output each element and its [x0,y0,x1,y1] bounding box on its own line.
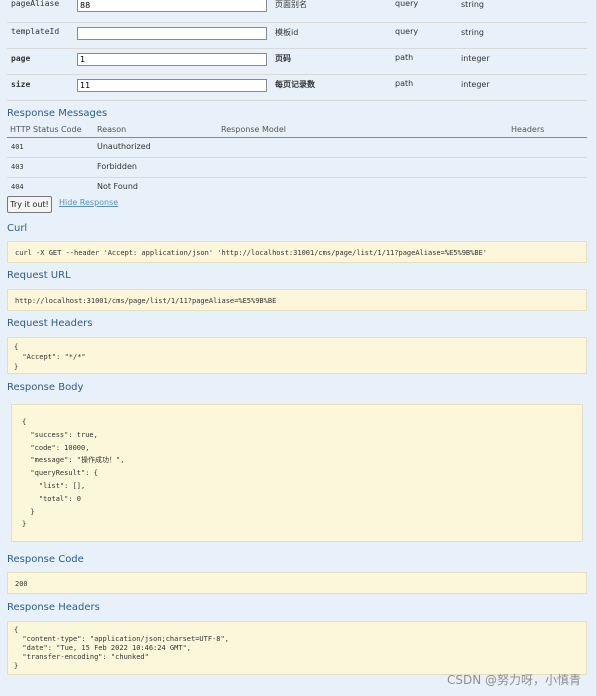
param-row-size: size 每页记录数 path integer [7,75,587,101]
reason: Forbidden [97,162,137,171]
param-row-pagealiase: pageAliase 页面别名 query string [7,0,587,23]
param-type: query [395,27,419,36]
response-headers-body: { "content-type": "application/json;char… [14,626,229,670]
status-code: 403 [11,163,24,171]
param-data-type: string [461,0,484,9]
request-headers-heading: Request Headers [7,318,93,329]
page-input[interactable] [77,53,267,66]
status-code: 404 [11,183,24,191]
param-row-page: page 页码 path integer [7,49,587,75]
table-row: 404 Not Found [7,178,587,197]
pagealiase-input[interactable] [77,0,267,12]
param-type: query [395,0,419,8]
param-data-type: string [461,28,484,37]
param-description: 模板id [275,28,299,37]
response-body-json: { "success": true, "code": 10000, "messa… [22,418,125,529]
response-body-heading: Response Body [7,382,84,393]
response-code-heading: Response Code [7,554,84,565]
column-header: Headers [511,125,545,134]
param-description: 每页记录数 [275,80,315,89]
param-row-templateid: templateId 模板id query string [7,23,587,49]
try-it-out-button[interactable]: Try it out! [7,196,52,213]
param-data-type: integer [461,80,490,89]
response-headers-box: { "content-type": "application/json;char… [7,621,587,675]
response-code-box: 200 [7,572,587,594]
reason: Unauthorized [97,142,151,151]
size-input[interactable] [77,79,267,92]
response-code-value: 200 [15,580,28,588]
request-url-box: http://localhost:31001/cms/page/list/1/1… [7,289,587,311]
request-headers-body: { "Accept": "*/*" } [14,343,86,371]
response-headers-heading: Response Headers [7,602,100,613]
column-header: HTTP Status Code [10,125,82,134]
reason: Not Found [97,182,138,191]
param-name: pageAliase [11,0,60,8]
param-data-type: integer [461,54,490,63]
table-row: 401 Unauthorized [7,138,587,158]
param-type: path [395,79,414,88]
param-description: 页码 [275,54,291,63]
curl-heading: Curl [7,223,28,234]
param-name: size [11,80,31,89]
param-type: path [395,53,414,62]
table-row: 403 Forbidden [7,158,587,178]
status-code: 401 [11,143,24,151]
templateid-input[interactable] [77,27,267,40]
request-headers-box: { "Accept": "*/*" } [7,337,587,374]
request-url-heading: Request URL [7,270,71,281]
request-url-value: http://localhost:31001/cms/page/list/1/1… [15,297,277,305]
csdn-watermark: CSDN @努力呀，小慎青 [446,673,581,687]
column-header: Reason [97,125,127,134]
curl-command: curl -X GET --header 'Accept: applicatio… [15,249,488,257]
column-header: Response Model [221,125,286,134]
response-body-box: { "success": true, "code": 10000, "messa… [11,404,583,542]
operation-panel: pageAliase 页面别名 query string templateId … [0,0,597,696]
response-messages-table-header: HTTP Status Code Reason Response Model H… [7,124,587,138]
param-name: templateId [11,27,60,36]
curl-box: curl -X GET --header 'Accept: applicatio… [7,241,587,263]
param-name: page [11,54,31,63]
param-description: 页面别名 [275,0,307,9]
response-messages-heading: Response Messages [7,108,108,119]
hide-response-link[interactable]: Hide Response [59,198,118,207]
